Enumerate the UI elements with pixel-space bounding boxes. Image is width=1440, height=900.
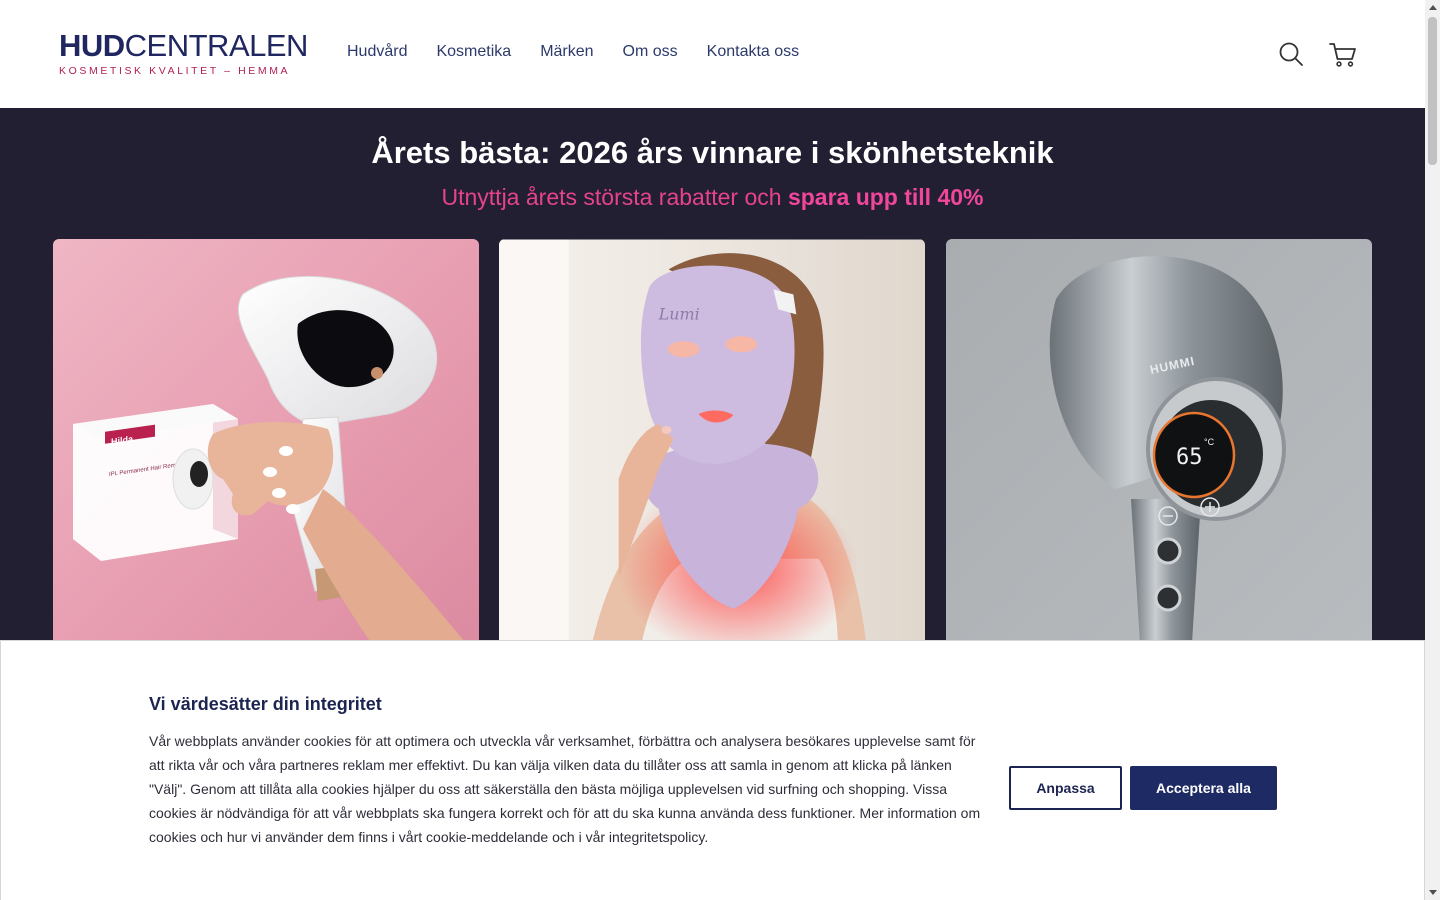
nav-item-marken[interactable]: Märken [540, 43, 593, 61]
main-nav: Hudvård Kosmetika Märken Om oss Kontakta… [347, 43, 799, 61]
hero-title: Årets bästa: 2026 års vinnare i skönhets… [371, 135, 1054, 170]
dryer-display-value: 65 [1176, 445, 1203, 470]
cart-icon[interactable] [1327, 38, 1359, 70]
cookie-banner: Vi värdesätter din integritet Vår webbpl… [0, 640, 1425, 900]
site-header: HUDCENTRALEN KOSMETISK KVALITET – HEMMA … [0, 0, 1425, 108]
hair-dryer-image: 65 °C HUMMI [946, 239, 1372, 659]
scrollbar-thumb[interactable] [1428, 17, 1437, 165]
logo-tagline: KOSMETISK KVALITET – HEMMA [59, 65, 291, 77]
accept-all-button[interactable]: Acceptera alla [1130, 766, 1277, 810]
customize-button[interactable]: Anpassa [1009, 766, 1122, 810]
site-logo[interactable]: HUDCENTRALEN KOSMETISK KVALITET – HEMMA [59, 30, 308, 78]
dryer-display-unit: °C [1204, 437, 1215, 447]
product-card-ipl-device[interactable]: Hilda IPL Permanent Hair Removal Device [53, 239, 479, 659]
product-card-led-mask[interactable]: Lumi [499, 239, 925, 659]
scroll-down-arrow-icon[interactable] [1429, 890, 1437, 895]
hero-subtitle-text: Utnyttja årets största rabatter och [441, 184, 788, 210]
led-mask-image: Lumi [499, 239, 925, 659]
page-scrollbar[interactable] [1425, 0, 1440, 900]
logo-bold: HUD [59, 28, 125, 63]
cookie-title: Vi värdesätter din integritet [149, 694, 382, 714]
nav-item-kontakta-oss[interactable]: Kontakta oss [707, 43, 800, 61]
hero-subtitle: Utnyttja årets största rabatter och spar… [0, 184, 1425, 211]
mask-text: Lumi [658, 304, 700, 323]
logo-wordmark: HUDCENTRALEN [59, 30, 308, 62]
product-card-hair-dryer[interactable]: 65 °C HUMMI [946, 239, 1372, 659]
logo-light: CENTRALEN [124, 28, 309, 63]
ipl-device-image: Hilda IPL Permanent Hair Removal Device [53, 239, 479, 659]
search-icon[interactable] [1275, 38, 1307, 70]
scroll-up-arrow-icon[interactable] [1429, 5, 1437, 10]
nav-item-kosmetika[interactable]: Kosmetika [436, 43, 511, 61]
hero-subtitle-highlight: spara upp till 40% [787, 184, 984, 210]
nav-item-om-oss[interactable]: Om oss [623, 43, 678, 61]
nav-item-hudvard[interactable]: Hudvård [347, 43, 407, 61]
cookie-text: Vår webbplats använder cookies för att o… [149, 733, 981, 845]
